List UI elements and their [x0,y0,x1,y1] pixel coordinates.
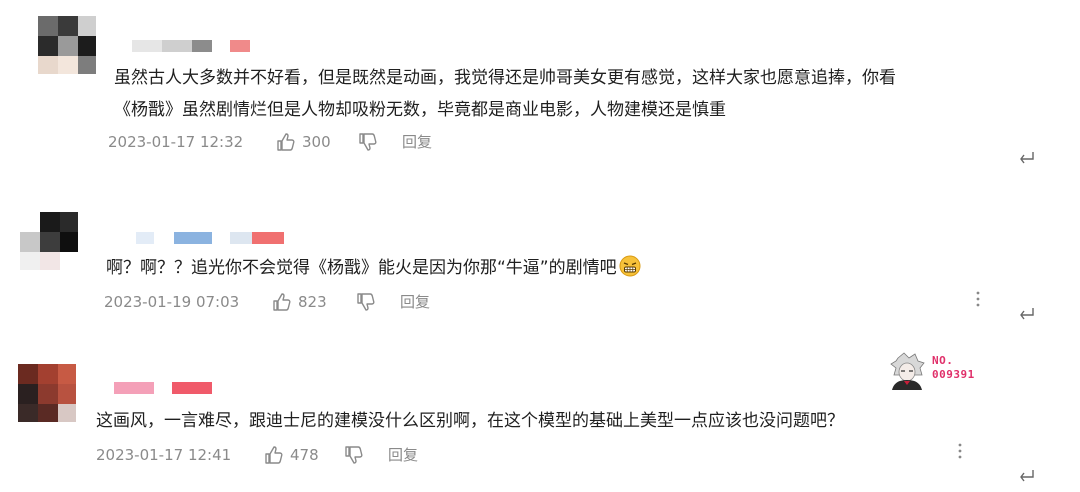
dislike-button[interactable] [344,445,364,465]
dislike-button[interactable] [358,132,378,152]
avatar[interactable] [38,16,96,74]
enter-icon [1018,150,1036,166]
avatar[interactable] [20,212,78,270]
timestamp: 2023-01-17 12:32 [108,133,244,151]
comment-text-line: 这画风，一言难尽，跟迪士尼的建模没什么区别啊，在这个模型的基础上美型一点应该也没… [96,411,844,431]
comment-text-content: 啊？啊？？追光你不会觉得《杨戬》能火是因为你那“牛逼”的剧情吧 [106,258,617,278]
more-options-icon[interactable] [957,442,963,460]
thumbs-up-icon [272,292,292,312]
thumbs-up-icon [264,445,284,465]
more-options-icon[interactable] [975,290,981,308]
badge-number: NO. 009391 [932,354,975,382]
character-avatar-icon [890,352,925,390]
fan-badge: NO. 009391 [884,352,994,390]
comment-text-line: 《杨戬》虽然剧情烂但是人物却吸粉无数，毕竟都是商业电影，人物建模还是慎重 [114,100,726,120]
comment-text: 这画风，一言难尽，跟迪士尼的建模没什么区别啊，在这个模型的基础上美型一点应该也没… [96,405,844,437]
username[interactable] [114,382,224,396]
comment-meta: 2023-01-19 07:03 823 回复 [104,290,464,314]
comment-text-line: 啊？啊？？追光你不会觉得《杨戬》能火是因为你那“牛逼”的剧情吧 [106,252,641,284]
comment-text: 虽然古人大多数并不好看，但是既然是动画，我觉得还是帅哥美女更有感觉，这样大家也愿… [114,62,896,126]
reply-button[interactable]: 回复 [388,443,418,467]
reply-button[interactable]: 回复 [400,290,430,314]
comment-meta: 2023-01-17 12:41 478 回复 [96,443,456,467]
like-button[interactable]: 300 [276,130,331,154]
comment-meta: 2023-01-17 12:32 300 回复 [108,130,468,154]
timestamp: 2023-01-19 07:03 [104,293,240,311]
like-button[interactable]: 478 [264,443,319,467]
badge-line-2: 009391 [932,368,975,381]
grimace-emoji-icon [619,255,641,277]
dislike-button[interactable] [356,292,376,312]
comment-text-line: 虽然古人大多数并不好看，但是既然是动画，我觉得还是帅哥美女更有感觉，这样大家也愿… [114,68,896,88]
thumbs-up-icon [276,132,296,152]
username[interactable] [132,40,252,54]
comment-text: 啊？啊？？追光你不会觉得《杨戬》能火是因为你那“牛逼”的剧情吧 [106,252,641,284]
badge-line-1: NO. [932,354,954,367]
enter-icon [1018,306,1036,322]
enter-icon [1018,468,1036,484]
username[interactable] [136,232,286,246]
like-count: 823 [298,293,327,311]
like-button[interactable]: 823 [272,290,327,314]
like-count: 478 [290,446,319,464]
timestamp: 2023-01-17 12:41 [96,446,232,464]
like-count: 300 [302,133,331,151]
reply-button[interactable]: 回复 [402,130,432,154]
avatar[interactable] [18,364,76,422]
